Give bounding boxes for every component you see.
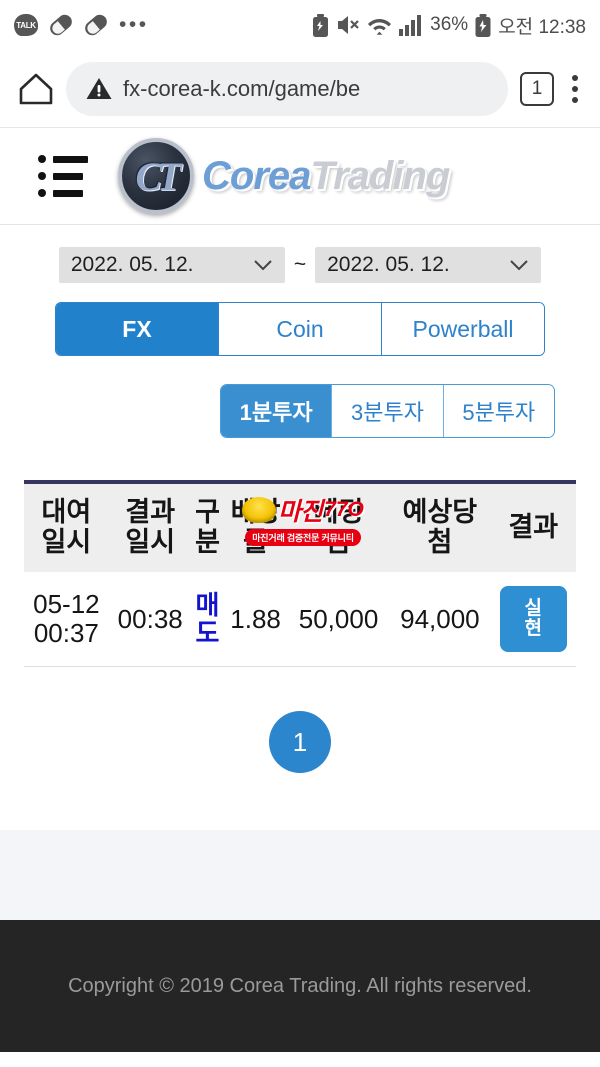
header-line2: 일시 [125, 527, 176, 558]
header-line1: 배당 [230, 497, 281, 527]
tab-counter-button[interactable]: 1 [520, 71, 554, 106]
brand-secondary: Trading [310, 153, 450, 198]
status-bar-notifications: TALK ••• [14, 11, 149, 39]
header-line1: 예상당 [402, 497, 478, 527]
cell-type: 매 도 [191, 572, 224, 668]
header-line2: 금 [326, 527, 351, 558]
cell-expected-win: 94,000 [389, 572, 491, 668]
copyright-text: Copyright © 2019 Corea Trading. All righ… [68, 974, 532, 997]
page-button-1[interactable]: 1 [269, 711, 331, 774]
clock: 오전 12:38 [498, 16, 586, 38]
header-line1: 구 [195, 497, 220, 527]
battery-saver-icon [313, 13, 329, 37]
mute-icon [338, 16, 359, 34]
cell-result-time: 00:38 [108, 572, 192, 668]
lend-date: 05-12 [33, 588, 100, 619]
tab-1min[interactable]: 1분투자 [221, 385, 333, 437]
cell-odds: 1.88 [223, 572, 288, 668]
pill-icon [47, 11, 75, 39]
table-body: 05-12 00:37 00:38 매 도 1.88 50,000 94,000 [24, 572, 576, 668]
tab-5min[interactable]: 5분투자 [443, 385, 554, 437]
realize-line1: 실 [524, 597, 543, 619]
hamburger-menu-icon[interactable] [38, 155, 90, 197]
signal-icon [399, 15, 422, 36]
tab-coin[interactable]: Coin [219, 303, 382, 355]
chevron-down-icon [510, 260, 528, 271]
realize-line2: 현 [524, 618, 543, 640]
address-bar[interactable]: fx-corea-k.com/game/be [66, 61, 508, 116]
home-icon[interactable] [18, 72, 54, 106]
charging-battery-icon [475, 13, 491, 37]
realize-button[interactable]: 실 현 [499, 586, 567, 653]
betting-history-table: 대여 일시 결과 일시 구 분 배당 률 베팅 금 예상당 첨 결과 05-12… [24, 480, 576, 668]
site-header: CT CoreaTrading [0, 128, 600, 225]
ct-badge-icon: CT [118, 138, 194, 214]
header-line2: 일시 [41, 527, 92, 558]
logo-monogram: CT [135, 153, 181, 199]
header-line2: 분 [195, 527, 220, 558]
type-line2: 도 [195, 618, 220, 649]
date-from-value: 2022. 05. 12. [70, 253, 194, 276]
interval-tabs: 1분투자 3분투자 5분투자 [220, 384, 555, 438]
cell-bet-amount: 50,000 [287, 572, 390, 668]
betting-history-table-wrap: 대여 일시 결과 일시 구 분 배당 률 베팅 금 예상당 첨 결과 05-12… [24, 480, 576, 668]
tab-powerball[interactable]: Powerball [382, 303, 544, 355]
kakaotalk-icon: TALK [14, 14, 38, 36]
tab-3min[interactable]: 3분투자 [332, 385, 444, 437]
status-bar-system: 36% 오전 12:38 [312, 12, 586, 39]
column-result-datetime: 결과 일시 [108, 482, 192, 573]
column-expected-win: 예상당 첨 [389, 482, 491, 573]
warning-triangle-icon [86, 78, 112, 99]
overflow-dots-icon: ••• [119, 13, 149, 36]
phone-screen: TALK ••• 36% 오전 12:38 fx-corea-k.com/gam… [0, 0, 600, 1067]
column-lend-datetime: 대여 일시 [24, 482, 109, 573]
column-odds: 배당 률 [223, 482, 288, 573]
table-row: 05-12 00:37 00:38 매 도 1.88 50,000 94,000 [24, 572, 576, 668]
header-line1: 대여 [41, 497, 92, 527]
game-type-tabs: FX Coin Powerball [55, 302, 545, 356]
header-line1: 결과 [125, 497, 176, 527]
date-filter-row: 2022. 05. 12. ~ 2022. 05. 12. [20, 247, 580, 283]
tab-fx[interactable]: FX [56, 303, 219, 355]
table-header-row: 대여 일시 결과 일시 구 분 배당 률 베팅 금 예상당 첨 결과 [24, 482, 576, 573]
header-line2: 첨 [427, 527, 453, 558]
content-gap [0, 830, 600, 920]
site-logo[interactable]: CT CoreaTrading [118, 138, 450, 214]
kakaotalk-label: TALK [16, 20, 36, 30]
browser-toolbar: fx-corea-k.com/game/be 1 [0, 50, 600, 128]
status-bar: TALK ••• 36% 오전 12:38 [0, 0, 600, 50]
lend-time: 00:37 [33, 618, 99, 649]
brand-wordmark: CoreaTrading [202, 153, 450, 199]
battery-percent: 36% [430, 14, 469, 35]
cell-result: 실 현 [490, 572, 576, 668]
header-line1: 베팅 [313, 497, 364, 527]
column-type: 구 분 [191, 482, 224, 573]
chevron-down-icon [254, 260, 272, 271]
header-line1: 결과 [508, 512, 559, 543]
pagination: 1 [20, 711, 580, 774]
table-header: 대여 일시 결과 일시 구 분 배당 률 베팅 금 예상당 첨 결과 [24, 482, 576, 573]
date-to-select[interactable]: 2022. 05. 12. [315, 247, 542, 283]
url-text: fx-corea-k.com/game/be [123, 75, 361, 101]
date-range-separator: ~ [293, 253, 307, 276]
date-from-select[interactable]: 2022. 05. 12. [58, 247, 285, 283]
wifi-icon [368, 19, 392, 35]
type-line1: 매 [195, 589, 220, 620]
date-to-value: 2022. 05. 12. [327, 253, 450, 276]
brand-primary: Corea [202, 153, 311, 198]
header-line2: 률 [243, 527, 269, 558]
tab-count-label: 1 [531, 77, 543, 99]
kebab-menu-icon[interactable] [566, 71, 584, 107]
column-bet-amount: 베팅 금 [287, 482, 390, 573]
column-result: 결과 [490, 482, 576, 573]
page-content: 2022. 05. 12. ~ 2022. 05. 12. FX Coin Po… [0, 225, 600, 830]
pill-icon [82, 11, 110, 39]
cell-lend-datetime: 05-12 00:37 [24, 572, 109, 668]
site-footer: Copyright © 2019 Corea Trading. All righ… [0, 920, 600, 1052]
